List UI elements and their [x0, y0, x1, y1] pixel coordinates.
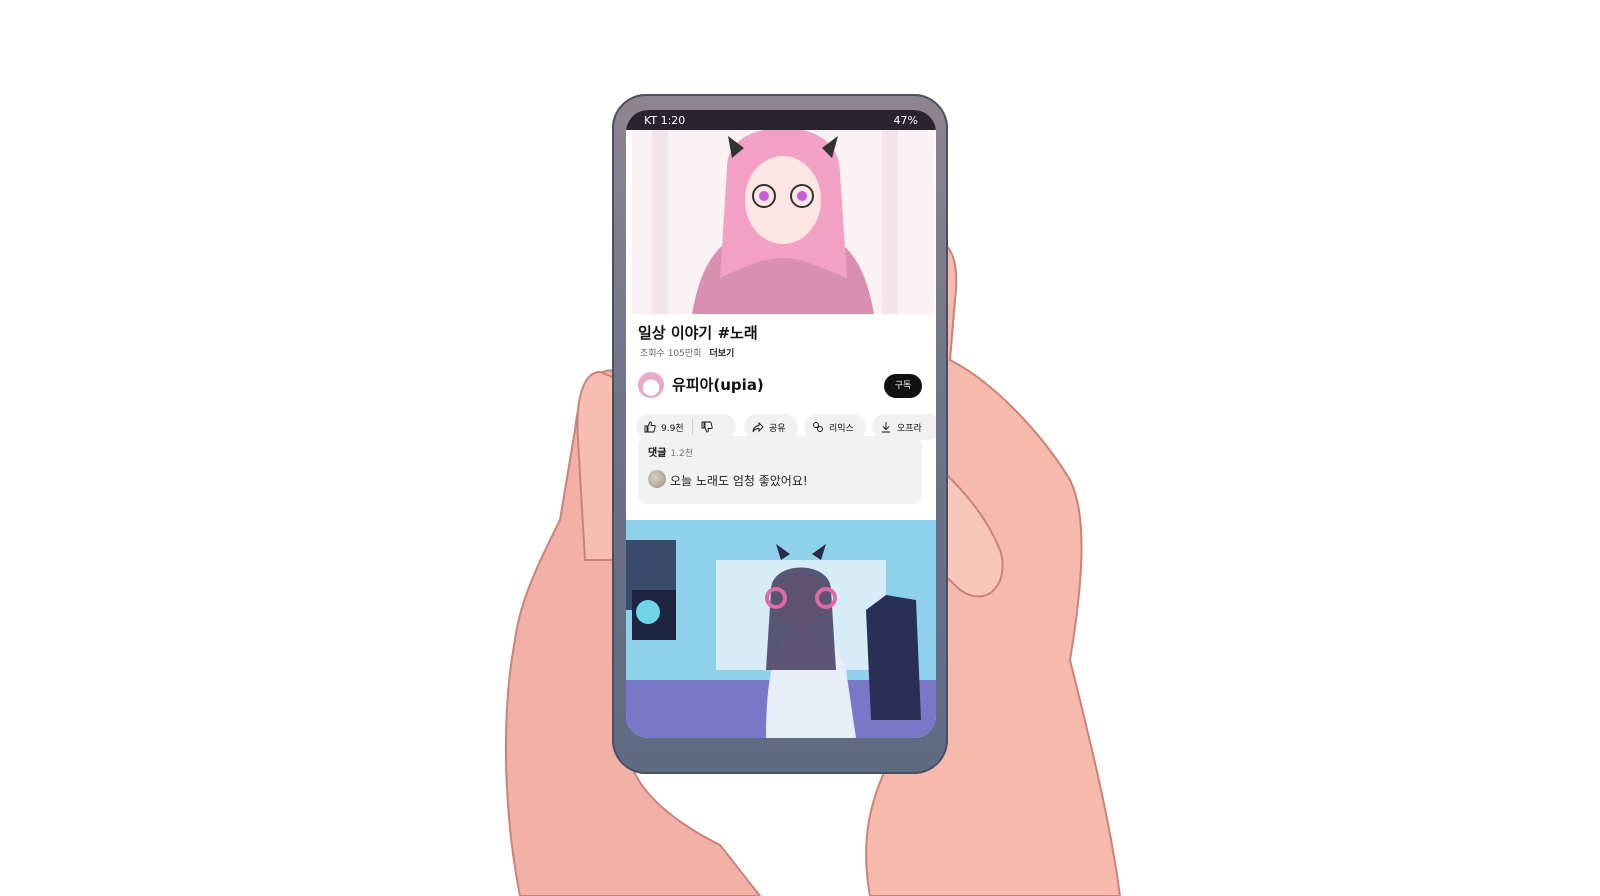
subscribe-button[interactable]: 구독 [884, 374, 922, 398]
comments-count: 1.2천 [670, 449, 693, 459]
channel-row: 유피아(upia) 구독 [638, 370, 924, 402]
remix-icon [813, 422, 823, 432]
thumbs-down-icon[interactable] [701, 421, 713, 433]
commenter-avatar [648, 470, 666, 488]
phone-screen: KT 1:20 47% 일상 이야기 #노래 조회수 105만회 더보기 유피아(… [626, 110, 936, 738]
next-video-illustration [626, 520, 936, 738]
channel-avatar[interactable] [638, 372, 664, 398]
view-count: 조회수 105만회 [640, 349, 702, 359]
channel-name[interactable]: 유피아(upia) [672, 374, 764, 395]
comments-header: 댓글 1.2천 [648, 444, 693, 459]
video-title: 일상 이야기 #노래 [638, 324, 758, 342]
status-bar: KT 1:20 47% [626, 110, 936, 130]
share-label: 공유 [769, 423, 786, 434]
video-player[interactable] [632, 128, 934, 314]
comments-panel[interactable]: 댓글 1.2천 오늘 노래도 엄청 좋았어요! [638, 436, 922, 504]
remix-label: 리믹스 [829, 423, 854, 434]
status-battery: 47% [893, 113, 918, 127]
next-video-thumbnail[interactable] [626, 520, 936, 738]
video-thumbnail-illustration [632, 128, 934, 314]
like-divider [691, 419, 693, 435]
video-meta: 조회수 105만회 더보기 [640, 346, 734, 359]
status-carrier-time: KT 1:20 [644, 113, 686, 127]
comments-label: 댓글 [648, 448, 667, 459]
share-icon [752, 421, 764, 433]
more-link[interactable]: 더보기 [709, 349, 734, 359]
download-icon [882, 422, 890, 433]
like-count[interactable]: 9.9천 [661, 421, 684, 434]
thumbs-up-icon[interactable] [644, 421, 656, 433]
top-comment-text: 오늘 노래도 엄청 좋았어요! [670, 474, 808, 488]
download-label: 오프라 [897, 423, 922, 434]
